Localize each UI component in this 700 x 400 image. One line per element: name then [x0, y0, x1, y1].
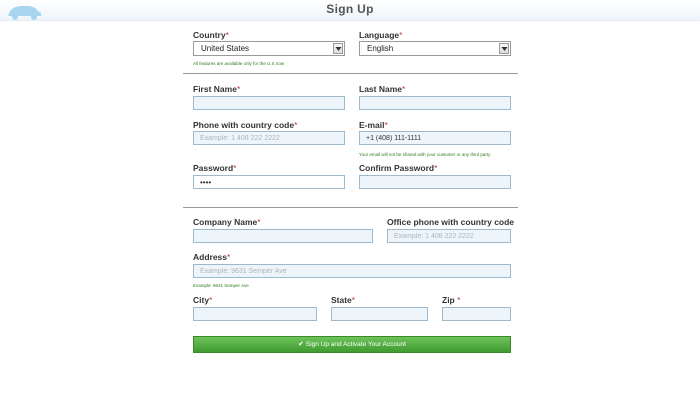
city-label: City*	[193, 295, 213, 305]
last-name-field[interactable]	[359, 96, 511, 110]
office-phone-label: Office phone with country code	[387, 217, 515, 227]
country-hint: All features are available only for the …	[193, 61, 285, 66]
company-name-label: Company Name*	[193, 217, 261, 227]
last-name-label: Last Name*	[359, 84, 406, 94]
check-icon: ✔	[298, 341, 304, 348]
address-label: Address*	[193, 252, 231, 262]
section-divider	[183, 73, 518, 74]
state-field[interactable]	[331, 307, 428, 321]
language-value: English	[367, 44, 394, 53]
language-select[interactable]: English	[359, 41, 511, 56]
office-phone-field[interactable]	[387, 229, 511, 243]
country-label: Country*	[193, 30, 229, 40]
first-name-label: First Name*	[193, 84, 241, 94]
address-hint: Example: 9631 Semper Ave	[193, 283, 249, 288]
section-divider	[183, 207, 518, 208]
password-label: Password*	[193, 163, 237, 173]
country-select[interactable]: United States	[193, 41, 345, 56]
phone-field[interactable]	[193, 131, 345, 145]
email-field[interactable]	[359, 131, 511, 145]
state-label: State*	[331, 295, 356, 305]
email-label: E-mail*	[359, 120, 388, 130]
zip-field[interactable]	[442, 307, 511, 321]
chevron-down-icon	[499, 43, 509, 54]
chevron-down-icon	[333, 43, 343, 54]
phone-label: Phone with country code*	[193, 120, 298, 130]
city-field[interactable]	[193, 307, 317, 321]
email-hint: Your email will not be shared with your …	[359, 152, 491, 157]
country-value: United States	[201, 44, 250, 53]
first-name-field[interactable]	[193, 96, 345, 110]
company-name-field[interactable]	[193, 229, 373, 243]
password-field[interactable]	[193, 175, 345, 189]
address-field[interactable]	[193, 264, 511, 278]
language-label: Language*	[359, 30, 403, 40]
page-title: Sign Up	[326, 2, 374, 16]
sign-up-submit-button[interactable]: ✔ Sign Up and Activate Your Account	[193, 336, 511, 353]
zip-label: Zip *	[442, 295, 461, 305]
confirm-password-field[interactable]	[359, 175, 511, 189]
confirm-password-label: Confirm Password*	[359, 163, 438, 173]
submit-label: Sign Up and Activate Your Account	[305, 341, 406, 348]
top-bar: Sign Up	[0, 0, 700, 21]
